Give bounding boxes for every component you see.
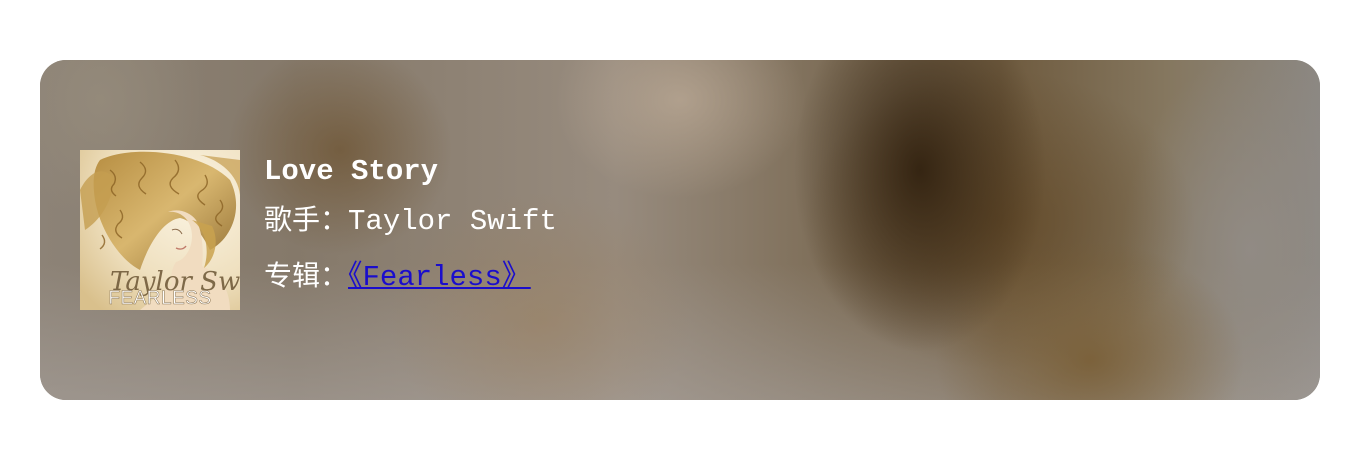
song-info: Love Story 歌手：Taylor Swift 专辑：《Fearless》: [264, 152, 557, 304]
album-cover: Taylor Swift FEARLESS: [80, 150, 240, 310]
album-row: 专辑：《Fearless》: [264, 248, 557, 304]
album-label: 专辑：: [264, 259, 349, 292]
artist-label: 歌手：: [264, 203, 349, 236]
cover-album-text: FEARLESS: [108, 288, 211, 309]
album-link[interactable]: 《Fearless》: [348, 261, 531, 294]
artist-row: 歌手：Taylor Swift: [264, 192, 557, 248]
artist-name: Taylor Swift: [348, 205, 557, 238]
song-card: Taylor Swift FEARLESS Love Story 歌手：Tayl…: [40, 60, 1320, 400]
song-title: Love Story: [264, 155, 439, 188]
